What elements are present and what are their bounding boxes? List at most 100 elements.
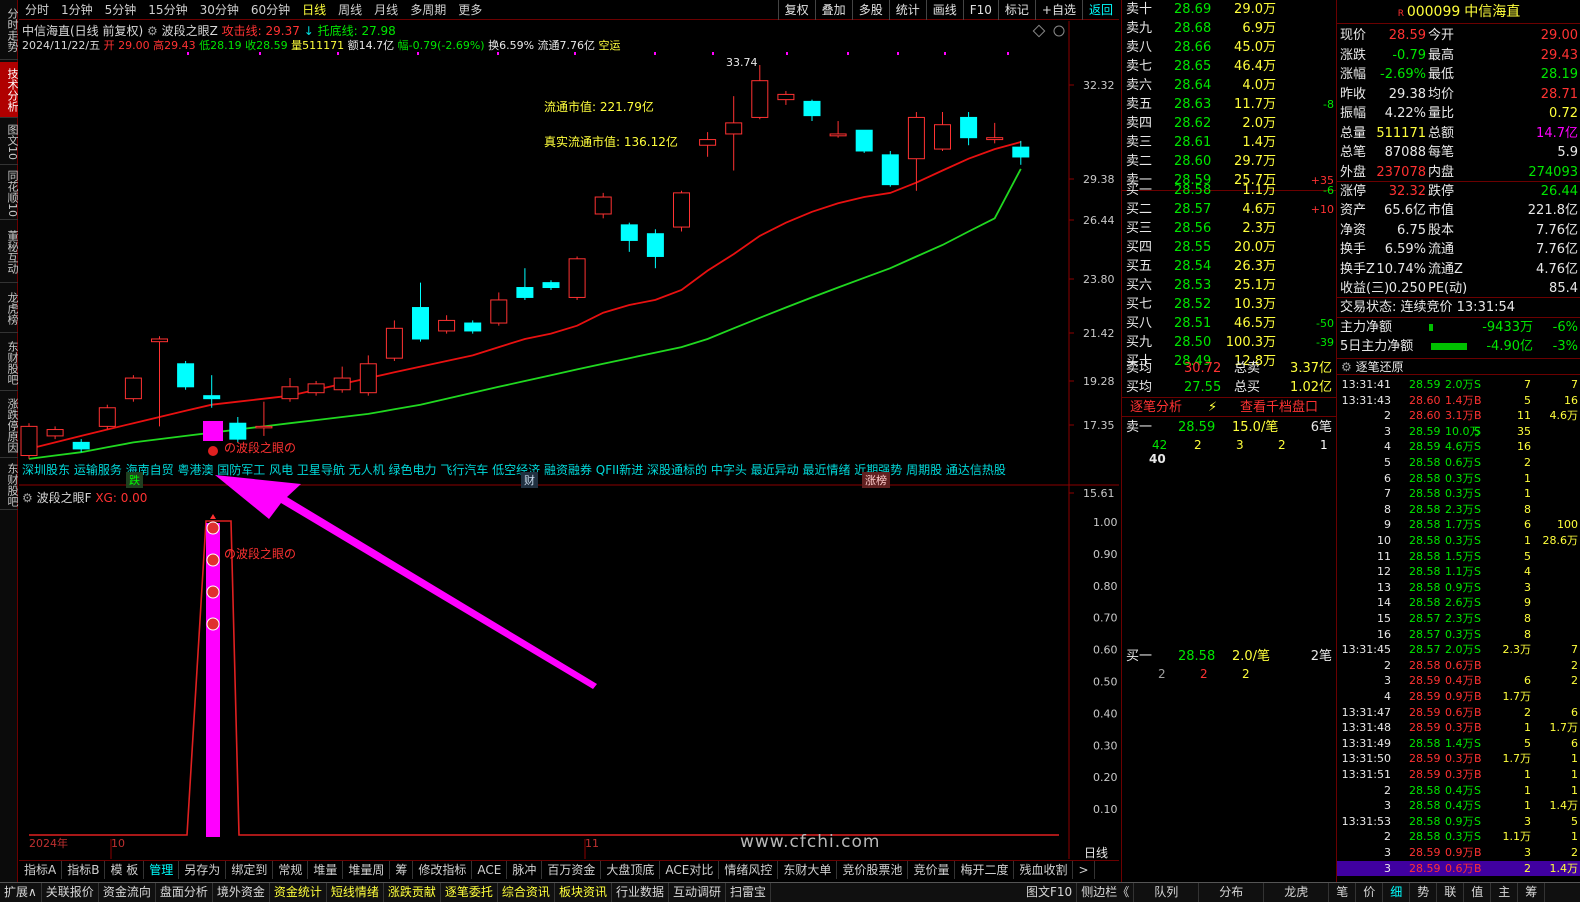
candle-body[interactable] xyxy=(124,377,142,400)
period-tab-6[interactable]: 日线 xyxy=(296,1,332,18)
function-tab-1[interactable]: 关联报价 xyxy=(42,883,99,902)
function-tab-2[interactable]: 资金流向 xyxy=(99,883,156,902)
left-tab-1[interactable]: 技术分析 xyxy=(0,62,19,118)
candle-body[interactable] xyxy=(98,407,116,427)
left-tab-3[interactable]: 同花顺10 xyxy=(0,167,19,220)
left-tab-5[interactable]: 龙虎榜 xyxy=(0,285,19,333)
candle-body[interactable] xyxy=(725,122,743,135)
candle-body[interactable] xyxy=(516,287,534,298)
scroll-right-icon[interactable]: > xyxy=(1073,861,1095,879)
concept-list[interactable]: 深圳股东 运输服务 海南自贸 粤港澳 国防军工 风电 卫星导航 无人机 绿色电力… xyxy=(22,461,1006,478)
indicator-tab-13[interactable]: 百万资金 xyxy=(542,861,602,879)
candle-body[interactable] xyxy=(803,100,821,117)
candle-body[interactable] xyxy=(777,93,795,101)
period-tab-0[interactable]: 分时 xyxy=(19,1,55,18)
bottom-right-tab-2[interactable]: 队列 xyxy=(1134,883,1200,902)
indicator-tab-6[interactable]: 常规 xyxy=(273,861,309,879)
function-tab-0[interactable]: 扩展∧ xyxy=(0,883,42,902)
tick-analysis-tab[interactable]: 逐笔分析 xyxy=(1130,398,1182,417)
bottom-right-tab-0[interactable]: 图文F10 xyxy=(1022,883,1078,902)
indicator-tab-1[interactable]: 指标B xyxy=(62,861,106,879)
bottom-right-tab-3[interactable]: 分布 xyxy=(1199,883,1265,902)
function-tab-3[interactable]: 盘面分析 xyxy=(156,883,213,902)
function-tab-4[interactable]: 境外资金 xyxy=(213,883,270,902)
period-tab-10[interactable]: 更多 xyxy=(452,1,488,18)
period-tab-4[interactable]: 30分钟 xyxy=(194,1,245,18)
candle-body[interactable] xyxy=(568,258,586,298)
left-tab-0[interactable]: 分时走势 xyxy=(0,0,19,60)
bottom-right-tab-12[interactable]: 筹 xyxy=(1518,883,1546,902)
candle-body[interactable] xyxy=(699,139,717,146)
candle-body[interactable] xyxy=(20,425,38,457)
toolbar-button-8[interactable]: 返回 xyxy=(1081,0,1119,20)
indicator-tab-17[interactable]: 东财大单 xyxy=(778,861,838,879)
period-tab-1[interactable]: 1分钟 xyxy=(55,1,99,18)
candle-body[interactable] xyxy=(751,80,769,118)
function-tab-5[interactable]: 资金统计 xyxy=(270,883,327,902)
candle-body[interactable] xyxy=(412,307,429,340)
toolbar-button-5[interactable]: F10 xyxy=(962,0,998,20)
indicator-tab-19[interactable]: 竞价量 xyxy=(908,861,956,879)
toolbar-button-3[interactable]: 统计 xyxy=(888,0,926,20)
candle-body[interactable] xyxy=(881,154,899,186)
candle-body[interactable] xyxy=(986,137,1004,141)
function-tab-12[interactable]: 互动调研 xyxy=(669,883,726,902)
bottom-right-tab-8[interactable]: 势 xyxy=(1410,883,1438,902)
candle-body[interactable] xyxy=(229,422,247,440)
candle-body[interactable] xyxy=(542,282,560,289)
function-tab-13[interactable]: 扫雷宝 xyxy=(726,883,771,902)
depth-view-tab[interactable]: 查看千档盘口 xyxy=(1240,398,1318,417)
toolbar-button-6[interactable]: 标记 xyxy=(997,0,1035,20)
event-tag-finance[interactable]: 财 xyxy=(521,472,538,488)
period-tab-8[interactable]: 月线 xyxy=(368,1,404,18)
settings-icon[interactable]: ⚙ xyxy=(22,491,33,505)
sub-indicator-name[interactable]: 波段之眼F xyxy=(37,491,92,505)
left-tab-4[interactable]: 董秘互动 xyxy=(0,222,19,283)
bottom-right-tab-4[interactable]: 龙虎 xyxy=(1264,883,1330,902)
candle-body[interactable] xyxy=(490,299,508,324)
settings-icon[interactable]: ⚙ xyxy=(1341,360,1356,374)
indicator-tab-7[interactable]: 堆量 xyxy=(308,861,344,879)
candle-body[interactable] xyxy=(177,363,195,388)
indicator-tab-21[interactable]: 残血收割 xyxy=(1014,861,1074,879)
candle-body[interactable] xyxy=(203,395,221,400)
indicator-tab-9[interactable]: 筹 xyxy=(390,861,414,879)
candle-body[interactable] xyxy=(385,327,403,359)
bottom-right-tab-1[interactable]: 侧边栏《 xyxy=(1077,883,1135,902)
indicator-tab-11[interactable]: ACE xyxy=(472,861,508,879)
candle-body[interactable] xyxy=(359,363,377,394)
indicator-tab-15[interactable]: ACE对比 xyxy=(660,861,720,879)
bottom-right-tab-5[interactable]: 笔 xyxy=(1329,883,1357,902)
candle-body[interactable] xyxy=(281,386,299,400)
candle-body[interactable] xyxy=(46,429,64,437)
function-tab-11[interactable]: 行业数据 xyxy=(612,883,669,902)
left-tab-7[interactable]: 涨跌停原因 xyxy=(0,393,19,458)
candle-body[interactable] xyxy=(829,133,847,137)
event-tag-rank[interactable]: 涨榜 xyxy=(862,472,890,488)
period-tab-5[interactable]: 60分钟 xyxy=(245,1,296,18)
candle-body[interactable] xyxy=(151,338,168,343)
toolbar-button-7[interactable]: +自选 xyxy=(1034,0,1082,20)
function-tab-9[interactable]: 综合资讯 xyxy=(498,883,555,902)
left-tab-2[interactable]: 图文10 xyxy=(0,120,19,165)
toolbar-button-1[interactable]: 叠加 xyxy=(814,0,852,20)
candle-body[interactable] xyxy=(438,319,456,332)
indicator-tab-2[interactable]: 模 板 xyxy=(105,861,145,879)
left-tab-6[interactable]: 东财股吧 xyxy=(0,335,19,391)
candle-body[interactable] xyxy=(673,192,690,228)
period-tab-2[interactable]: 5分钟 xyxy=(99,1,143,18)
function-tab-7[interactable]: 涨跌贡献 xyxy=(384,883,441,902)
indicator-name[interactable]: 波段之眼Z xyxy=(162,24,218,38)
indicator-tab-16[interactable]: 情绪风控 xyxy=(719,861,779,879)
candle-body[interactable] xyxy=(934,124,951,150)
candle-body[interactable] xyxy=(72,441,90,450)
indicator-tab-10[interactable]: 修改指标 xyxy=(413,861,473,879)
candle-body[interactable] xyxy=(333,377,351,391)
candle-body[interactable] xyxy=(960,116,978,139)
function-tab-10[interactable]: 板块资讯 xyxy=(555,883,612,902)
bottom-right-tab-9[interactable]: 联 xyxy=(1437,883,1465,902)
candle-body[interactable] xyxy=(855,129,873,152)
settings-icon[interactable]: ⚙ xyxy=(147,24,158,38)
candle-body[interactable] xyxy=(307,383,325,394)
indicator-tab-20[interactable]: 梅开二度 xyxy=(955,861,1015,879)
